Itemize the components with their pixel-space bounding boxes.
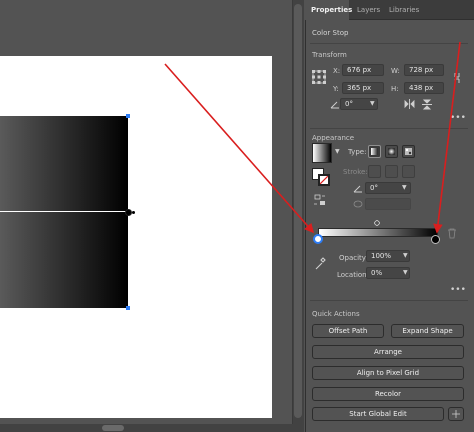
gradient-end-stop-knob[interactable] — [125, 209, 132, 216]
more-options-icon[interactable]: ••• — [450, 285, 466, 295]
location-label: Location: — [337, 271, 369, 279]
gradient-rectangle[interactable] — [0, 116, 128, 308]
aspect-ratio-icon — [353, 199, 363, 209]
w-field[interactable]: 728 px — [404, 64, 444, 76]
stroke-center-button[interactable] — [385, 165, 398, 178]
y-label: Y: — [333, 85, 339, 93]
radial-gradient-button[interactable] — [385, 145, 398, 158]
more-options-icon[interactable]: ••• — [450, 113, 466, 123]
divider — [310, 43, 468, 44]
appearance-title: Appearance — [312, 134, 355, 142]
stroke-outside-button[interactable] — [402, 165, 415, 178]
gradient-end-point[interactable] — [132, 211, 135, 214]
chevron-down-icon[interactable]: ▼ — [403, 252, 408, 259]
fill-stroke-swatches[interactable] — [312, 168, 330, 186]
opacity-label: Opacity: — [339, 254, 368, 262]
chevron-down-icon[interactable]: ▼ — [403, 269, 408, 276]
x-label: X: — [333, 67, 341, 75]
chevron-down-icon[interactable]: ▼ — [370, 100, 375, 107]
fill-swatch[interactable] — [312, 143, 332, 163]
h-field[interactable]: 438 px — [404, 82, 444, 94]
gradient-stop-black[interactable] — [431, 235, 440, 244]
y-field[interactable]: 365 px — [342, 82, 384, 94]
flip-horizontal-icon[interactable] — [404, 99, 415, 109]
freeform-gradient-button[interactable] — [402, 145, 415, 158]
selection-handle-top-right[interactable] — [126, 114, 130, 118]
rotate-angle-icon — [330, 99, 340, 109]
tab-layers[interactable]: Layers — [351, 0, 386, 20]
chevron-down-icon[interactable]: ▼ — [402, 184, 407, 191]
global-edit-options-button[interactable] — [448, 407, 464, 421]
expand-shape-button[interactable]: Expand Shape — [391, 324, 464, 338]
align-to-pixel-grid-button[interactable]: Align to Pixel Grid — [312, 366, 464, 380]
linear-gradient-button[interactable] — [368, 145, 381, 158]
midpoint-diamond-icon[interactable] — [373, 219, 381, 227]
divider — [310, 300, 468, 301]
type-label: Type: — [348, 148, 367, 156]
divider — [310, 128, 468, 129]
panel-tab-bar: Properties Layers Libraries — [305, 0, 474, 20]
trash-icon[interactable] — [447, 228, 457, 239]
gradient-slider[interactable] — [318, 228, 438, 237]
horizontal-scroll-thumb[interactable] — [102, 425, 124, 431]
reference-point-icon[interactable] — [312, 70, 326, 84]
transform-title: Transform — [312, 51, 347, 59]
vertical-scroll-thumb[interactable] — [294, 4, 302, 418]
h-label: H: — [391, 85, 399, 93]
gradient-angle-icon — [353, 183, 363, 193]
eyedropper-icon[interactable] — [314, 257, 326, 271]
stroke-label: Stroke: — [343, 168, 368, 176]
stroke-inside-button[interactable] — [368, 165, 381, 178]
flip-vertical-icon[interactable] — [422, 99, 432, 110]
arrange-button[interactable]: Arrange — [312, 345, 464, 359]
reverse-gradient-icon[interactable] — [314, 194, 326, 206]
w-label: W: — [391, 67, 400, 75]
tab-libraries[interactable]: Libraries — [383, 0, 425, 20]
tab-properties[interactable]: Properties — [305, 0, 352, 20]
context-title: Color Stop — [312, 29, 349, 37]
offset-path-button[interactable]: Offset Path — [312, 324, 384, 338]
x-field[interactable]: 676 px — [342, 64, 384, 76]
selection-handle-bottom-right[interactable] — [126, 306, 130, 310]
constrain-proportions-icon[interactable] — [452, 72, 462, 84]
chevron-down-icon[interactable]: ▼ — [335, 148, 340, 155]
recolor-button[interactable]: Recolor — [312, 387, 464, 401]
quick-actions-title: Quick Actions — [312, 310, 360, 318]
start-global-edit-button[interactable]: Start Global Edit — [312, 407, 444, 421]
horizontal-scrollbar[interactable] — [0, 424, 304, 432]
aspect-ratio-field[interactable] — [365, 198, 411, 210]
gradient-stop-white[interactable] — [313, 234, 323, 244]
gradient-annotator-line[interactable] — [0, 211, 129, 212]
